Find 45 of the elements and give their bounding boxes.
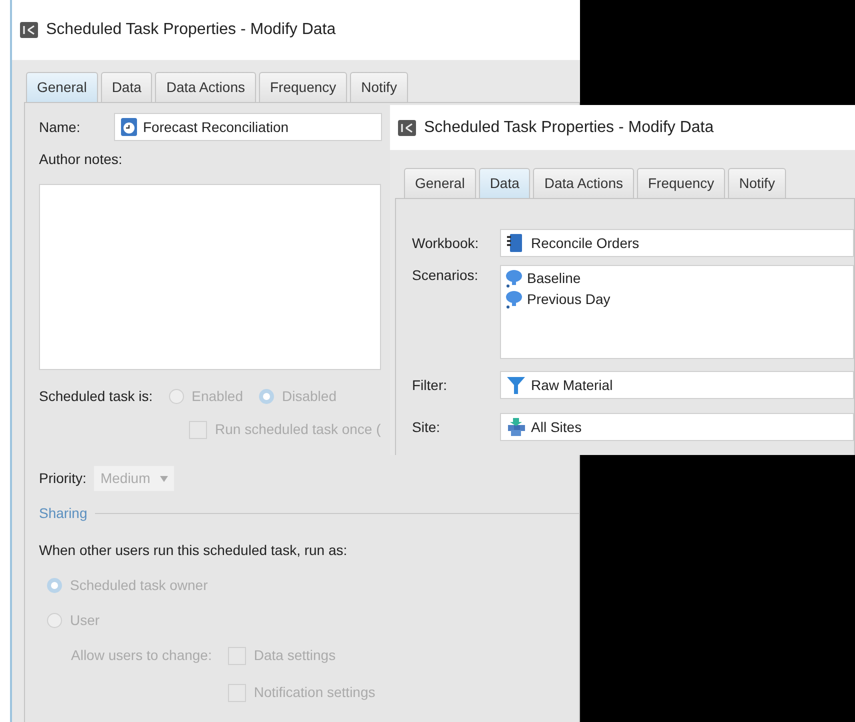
tab[interactable]: General	[26, 72, 98, 102]
dropdown-arrow-icon	[160, 476, 168, 482]
list-item[interactable]: Baseline	[505, 268, 849, 289]
radio-label: Enabled	[192, 387, 244, 406]
window-title: Scheduled Task Properties - Modify Data	[46, 20, 336, 40]
list-item[interactable]: Previous Day	[505, 289, 849, 310]
prompt-text: When other users run this scheduled task, run as:	[39, 541, 348, 560]
field-label: Filter:	[412, 376, 448, 394]
tab[interactable]: Data	[478, 168, 530, 198]
field-label: Priority:	[39, 469, 86, 488]
radio-label: Scheduled task owner	[70, 576, 208, 595]
app-logo-icon	[398, 120, 416, 136]
tab[interactable]: Data Actions	[155, 72, 256, 102]
window-title: Scheduled Task Properties - Modify Data	[424, 118, 714, 138]
filter-field[interactable]: Raw Material	[500, 371, 854, 399]
field-label: Allow users to change:	[71, 646, 212, 665]
workbook-field[interactable]: Reconcile Orders	[500, 229, 854, 257]
field-label: Site:	[412, 418, 442, 436]
tab[interactable]: Frequency	[637, 168, 726, 198]
field-label: Workbook:	[412, 234, 480, 252]
tab[interactable]: Data Actions	[533, 168, 634, 198]
clock-icon	[121, 118, 137, 136]
checkbox-label: Data settings	[254, 646, 336, 665]
tab[interactable]: Data	[100, 72, 152, 102]
app-logo-icon	[20, 22, 38, 38]
field-label: Scheduled task is:	[39, 387, 153, 406]
checkbox-label: Notification settings	[254, 683, 376, 702]
balloon-icon	[505, 269, 523, 288]
balloon-icon	[505, 290, 523, 309]
book-icon	[507, 234, 525, 252]
name-field[interactable]: Forecast Reconciliation	[114, 113, 382, 141]
filter-icon	[507, 376, 525, 394]
author-notes-field[interactable]	[39, 184, 381, 370]
field-label: Author notes:	[39, 150, 124, 169]
tab[interactable]: General	[404, 168, 476, 198]
field-label: Scenarios:	[412, 266, 480, 285]
tab[interactable]: Frequency	[259, 72, 348, 102]
tab[interactable]: Notify	[728, 168, 786, 198]
site-field[interactable]: All Sites	[500, 413, 854, 441]
radio-label: Disabled	[282, 387, 336, 406]
checkbox-label: Run scheduled task once (	[215, 420, 381, 439]
field-label: Name:	[39, 118, 82, 136]
section-heading: Sharing	[39, 504, 88, 523]
radio-label: User	[70, 611, 100, 630]
tab[interactable]: Notify	[350, 72, 408, 102]
